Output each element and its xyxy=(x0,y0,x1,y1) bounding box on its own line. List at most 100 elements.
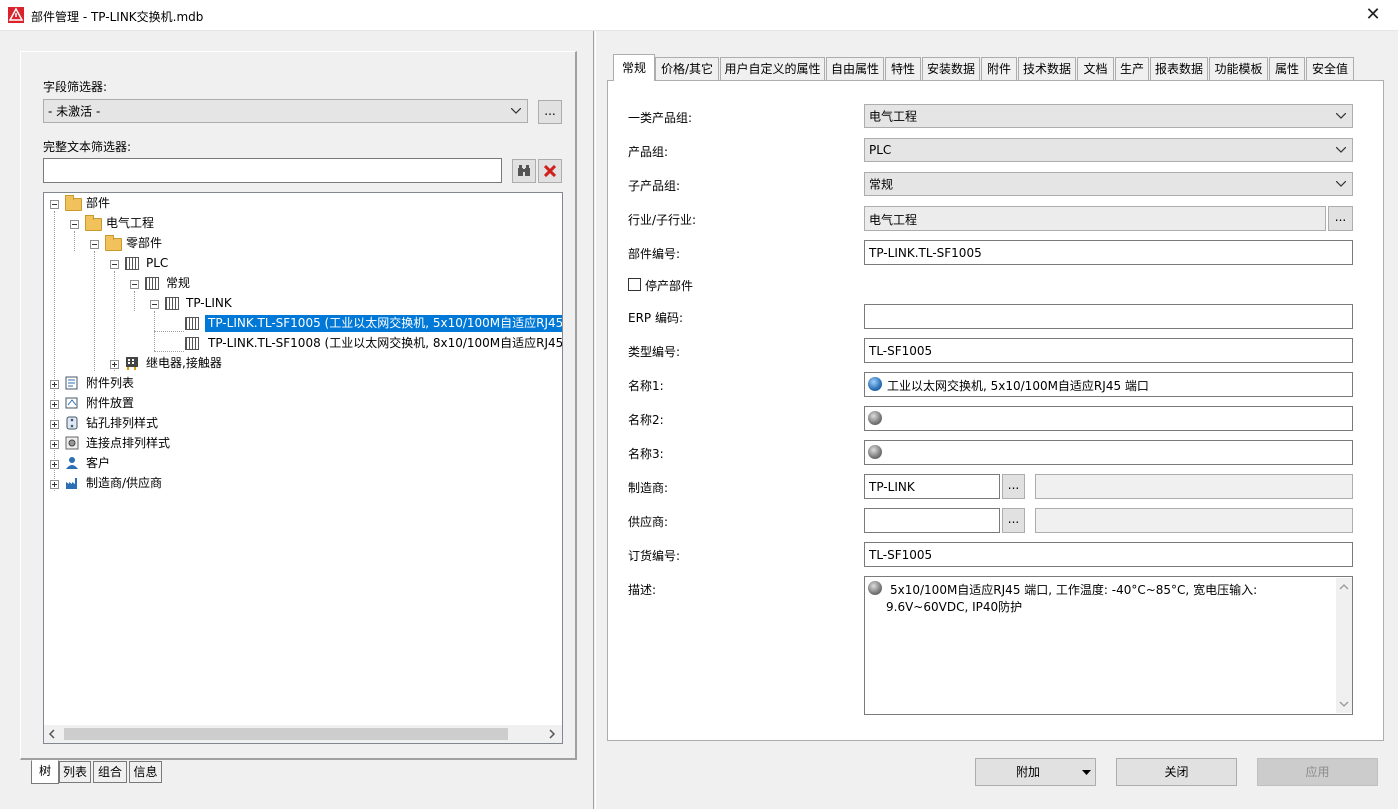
tree-item-customers[interactable]: 客户 xyxy=(86,454,110,472)
discontinued-checkbox[interactable] xyxy=(628,278,641,291)
tree-item-accessory-list[interactable]: 附件列表 xyxy=(86,374,134,392)
tab-technical-data[interactable]: 技术数据 xyxy=(1018,57,1076,80)
fulltext-filter-input[interactable] xyxy=(43,158,502,183)
expand-toggle[interactable] xyxy=(50,420,59,429)
close-icon xyxy=(544,165,556,177)
part-number-label: 部件编号: xyxy=(628,247,681,261)
manufacturer-more-button[interactable]: ... xyxy=(1002,474,1025,499)
scrollbar-thumb[interactable] xyxy=(64,728,508,740)
collapse-toggle[interactable] xyxy=(70,220,79,229)
collapse-toggle[interactable] xyxy=(50,200,59,209)
accessory-placement-icon xyxy=(65,397,78,409)
tree-item-tl-sf1005[interactable]: TP-LINK.TL-SF1005 (工业以太网交换机, 5x10/100M自适… xyxy=(203,314,562,333)
collapse-toggle[interactable] xyxy=(130,280,139,289)
product-subgroup-value: 常规 xyxy=(869,177,894,192)
tree-item-drilling-pattern[interactable]: 钻孔排列样式 xyxy=(86,414,158,432)
close-button[interactable]: 关闭 xyxy=(1116,758,1237,786)
expand-toggle[interactable] xyxy=(50,480,59,489)
type-number-input[interactable]: TL-SF1005 xyxy=(864,338,1353,363)
tab-info[interactable]: 信息 xyxy=(129,761,162,783)
expand-toggle[interactable] xyxy=(50,440,59,449)
tree-item-parts[interactable]: 部件 xyxy=(86,194,110,212)
parts-tree[interactable]: 部件 电气工程 零部件 PLC 常规 TP-LINK TP-LINK.TL-SF… xyxy=(43,192,563,744)
field-filter-more-button[interactable]: ... xyxy=(538,100,562,124)
tab-properties[interactable]: 属性 xyxy=(1269,57,1305,80)
product-subgroup-select[interactable]: 常规 xyxy=(864,172,1353,196)
product-group-value: PLC xyxy=(869,143,892,157)
collapse-toggle[interactable] xyxy=(90,240,99,249)
panel-splitter[interactable] xyxy=(593,31,596,809)
tab-function-template[interactable]: 功能模板 xyxy=(1209,57,1268,80)
tree-horizontal-scrollbar[interactable] xyxy=(44,725,562,743)
window-close-button[interactable]: ✕ xyxy=(1353,2,1393,28)
collapse-toggle[interactable] xyxy=(150,300,159,309)
tab-accessories[interactable]: 附件 xyxy=(981,57,1017,80)
part-number-input[interactable]: TP-LINK.TL-SF1005 xyxy=(864,240,1353,265)
tab-mounting-data[interactable]: 安装数据 xyxy=(922,57,980,80)
product-group-select[interactable]: PLC xyxy=(864,138,1353,162)
scroll-left-icon[interactable] xyxy=(48,729,56,739)
clear-filter-button[interactable] xyxy=(538,159,562,183)
expand-toggle[interactable] xyxy=(50,460,59,469)
globe-icon[interactable] xyxy=(868,411,882,425)
erp-code-input[interactable] xyxy=(864,304,1353,329)
tab-production[interactable]: 生产 xyxy=(1115,57,1149,80)
tab-user-defined-props[interactable]: 用户自定义的属性 xyxy=(720,57,825,80)
tree-item-general[interactable]: 常规 xyxy=(166,274,190,292)
supplier-more-button[interactable]: ... xyxy=(1002,508,1025,533)
description-line-2: 9.6V~60VDC, IP40防护 xyxy=(886,600,1023,614)
expand-toggle[interactable] xyxy=(110,360,119,369)
tree-item-components[interactable]: 零部件 xyxy=(126,234,162,252)
tab-combination[interactable]: 组合 xyxy=(93,761,127,783)
tree-item-plc[interactable]: PLC xyxy=(146,254,168,272)
tab-safety-values[interactable]: 安全值 xyxy=(1306,57,1354,80)
tree-line xyxy=(74,231,75,251)
find-button[interactable] xyxy=(512,159,536,183)
globe-icon[interactable] xyxy=(868,445,882,459)
dropdown-arrow-icon[interactable] xyxy=(1082,770,1091,775)
description-scrollbar[interactable] xyxy=(1336,578,1352,713)
supplier-input[interactable] xyxy=(864,508,1000,533)
scroll-down-icon[interactable] xyxy=(1339,701,1349,708)
field-filter-select[interactable]: - 未激活 - xyxy=(43,99,528,123)
product-group1-select[interactable]: 电气工程 xyxy=(864,104,1353,128)
tree-item-accessory-placement[interactable]: 附件放置 xyxy=(86,394,134,412)
name3-input[interactable] xyxy=(864,440,1353,465)
order-number-input[interactable]: TL-SF1005 xyxy=(864,542,1353,567)
tree-item-manufacturers[interactable]: 制造商/供应商 xyxy=(86,474,162,492)
name2-input[interactable] xyxy=(864,406,1353,431)
chevron-down-icon xyxy=(1336,113,1346,119)
tab-list[interactable]: 列表 xyxy=(59,761,91,783)
attach-button[interactable]: 附加 xyxy=(975,758,1096,786)
scroll-up-icon[interactable] xyxy=(1339,583,1349,590)
industry-more-button[interactable]: ... xyxy=(1328,206,1353,231)
tree-item-relays[interactable]: 继电器,接触器 xyxy=(146,354,222,372)
tree-item-connection-pattern[interactable]: 连接点排列样式 xyxy=(86,434,170,452)
name2-label: 名称2: xyxy=(628,413,664,427)
tab-general[interactable]: 常规 xyxy=(613,54,655,81)
tab-documents[interactable]: 文档 xyxy=(1077,57,1114,80)
expand-toggle[interactable] xyxy=(50,400,59,409)
scroll-right-icon[interactable] xyxy=(548,729,556,739)
collapse-toggle[interactable] xyxy=(110,260,119,269)
tab-tree[interactable]: 树 xyxy=(31,760,59,784)
name1-input[interactable]: 工业以太网交换机, 5x10/100M自适应RJ45 端口 xyxy=(864,372,1353,397)
manufacturer-input[interactable]: TP-LINK xyxy=(864,474,1000,499)
description-textarea[interactable]: 5x10/100M自适应RJ45 端口, 工作温度: -40°C~85°C, 宽… xyxy=(864,576,1353,715)
tab-report-data[interactable]: 报表数据 xyxy=(1150,57,1208,80)
tab-features[interactable]: 特性 xyxy=(885,57,921,80)
tree-item-tplink[interactable]: TP-LINK xyxy=(186,294,232,312)
globe-icon[interactable] xyxy=(868,377,882,391)
apply-button[interactable]: 应用 xyxy=(1257,758,1378,786)
industry-value: 电气工程 xyxy=(869,213,918,227)
attach-button-label: 附加 xyxy=(1016,765,1041,779)
part-number-value: TP-LINK.TL-SF1005 xyxy=(869,245,982,260)
type-number-value: TL-SF1005 xyxy=(869,343,933,358)
tree-item-tl-sf1008[interactable]: TP-LINK.TL-SF1008 (工业以太网交换机, 8x10/100M自适… xyxy=(208,334,562,352)
expand-toggle[interactable] xyxy=(50,380,59,389)
globe-icon[interactable] xyxy=(868,581,882,595)
tab-price-other[interactable]: 价格/其它 xyxy=(655,57,719,80)
tab-free-props[interactable]: 自由属性 xyxy=(826,57,884,80)
tree-item-electrical[interactable]: 电气工程 xyxy=(106,214,154,232)
chevron-down-icon xyxy=(511,108,521,114)
